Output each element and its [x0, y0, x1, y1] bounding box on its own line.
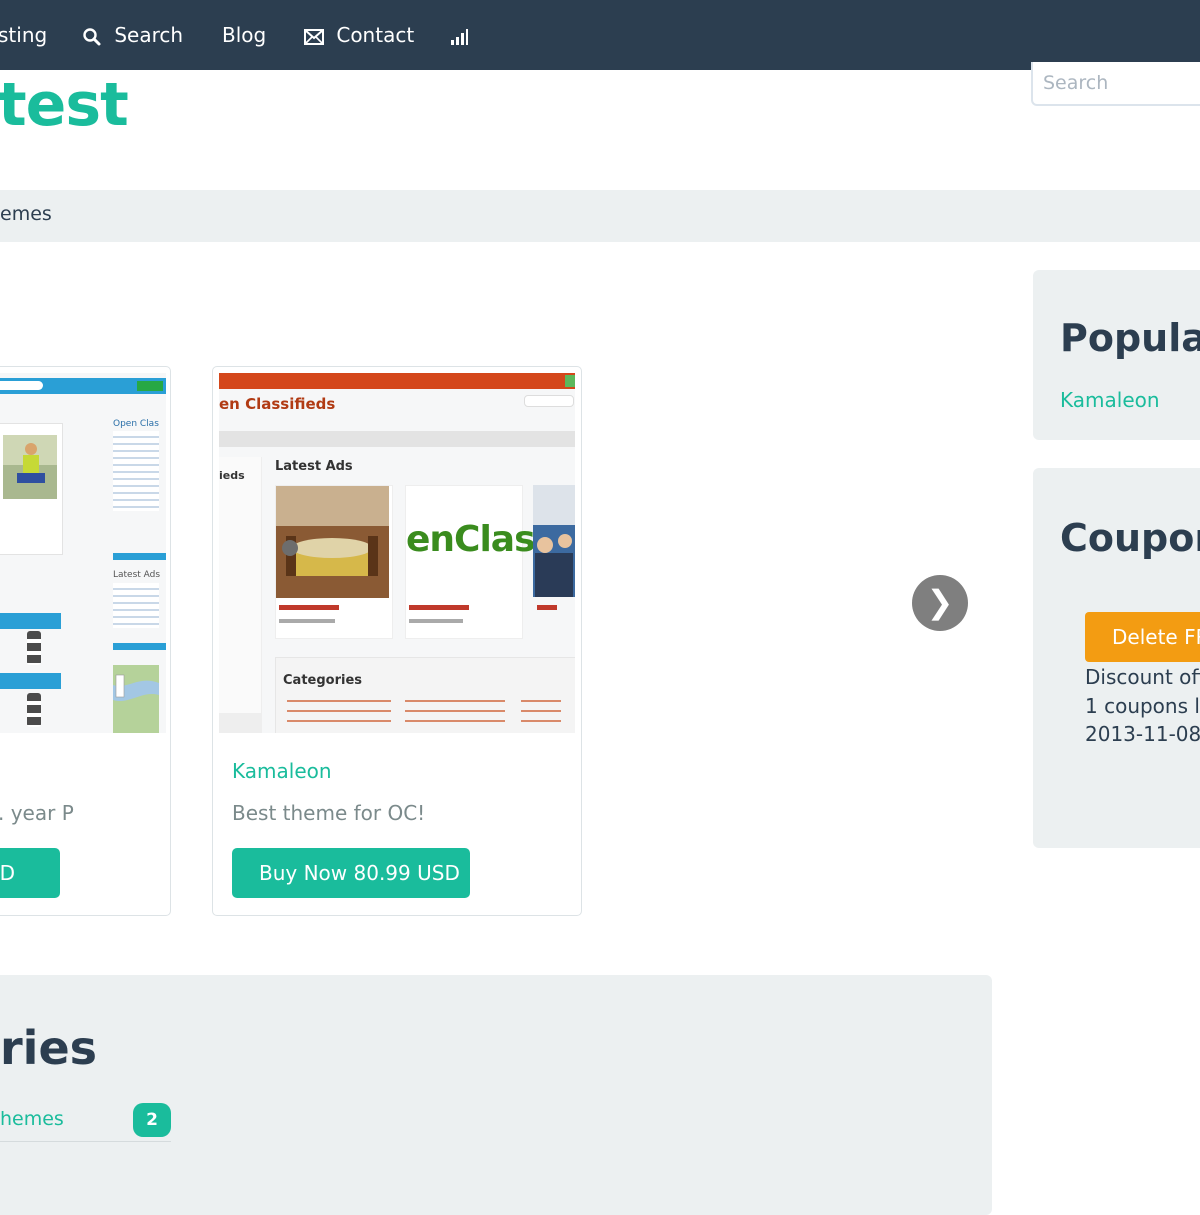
mock-ad-text-line: [409, 619, 463, 623]
nav-item-listing[interactable]: sting: [0, 20, 47, 50]
mock-ad-photo: [276, 486, 389, 598]
search-input[interactable]: [1031, 62, 1200, 106]
mock-sidebar-heading: ieds: [219, 469, 245, 482]
categories-title: ries: [0, 1021, 98, 1075]
mock-ad-card: [405, 485, 523, 639]
buy-now-button[interactable]: Buy Now 80.99 USD: [232, 848, 470, 898]
coupon-remaining: 1 coupons lef: [1085, 694, 1200, 718]
mock-section-bar: [113, 643, 166, 650]
carousel-next-button[interactable]: ❯: [912, 575, 968, 631]
mock-category-list: [521, 697, 561, 727]
mock-latest-ads-heading: Latest Ads: [113, 570, 161, 580]
product-card: en Classifieds ieds Latest Ads enClas Ca…: [212, 366, 582, 916]
mock-open-classifieds-heading: Open Clas: [113, 419, 159, 429]
popular-title: Popular: [1060, 316, 1200, 360]
category-item-label[interactable]: hemes: [0, 1108, 64, 1130]
coupon-panel: Coupon Delete FR Discount off 1 coupons …: [1033, 468, 1200, 848]
mock-sidebar: [219, 457, 262, 733]
mock-search-pill: [0, 381, 43, 390]
theme-screenshot[interactable]: Open Clas Latest Ads: [0, 373, 166, 733]
coupon-discount: Discount off: [1085, 665, 1200, 689]
mock-ad-text-line: [279, 619, 335, 623]
popular-link[interactable]: Kamaleon: [1060, 388, 1160, 412]
category-bar: emes: [0, 190, 1200, 242]
mock-category-list: [405, 697, 505, 727]
mock-ad-title-line: [537, 605, 557, 610]
mock-header-bar: [219, 373, 575, 389]
product-title[interactable]: Kamaleon: [232, 759, 332, 783]
mock-search-field: [524, 395, 574, 407]
delete-coupon-button[interactable]: Delete FR: [1085, 612, 1200, 662]
mock-categories-heading: Categories: [283, 673, 363, 688]
mock-header-button: [565, 375, 575, 387]
mock-map: [113, 665, 159, 733]
mock-site-title: en Classifieds: [219, 395, 336, 413]
product-description: . year P: [0, 801, 74, 825]
mock-list-header: [0, 673, 61, 689]
top-navbar: sting Search Blog Contact: [0, 0, 1200, 70]
mock-category-list: [287, 697, 391, 727]
mock-badges: [27, 631, 41, 665]
mock-category-bar: [219, 431, 575, 447]
signal-icon: [450, 23, 468, 47]
nav-item-label: Blog: [222, 23, 267, 47]
mock-text-lines: [113, 583, 159, 628]
categories-panel: [0, 975, 992, 1215]
nav-item-label: Contact: [336, 23, 415, 47]
mock-logo-text: enClas: [406, 519, 536, 560]
product-card: Open Clas Latest Ads . year P JSD: [0, 366, 171, 916]
nav-item-blog[interactable]: Blog: [222, 20, 266, 50]
mock-list-header: [0, 613, 61, 629]
nav-item-label: Search: [114, 23, 184, 47]
chevron-right-icon: ❯: [926, 583, 954, 621]
mock-latest-ads-heading: Latest Ads: [275, 459, 353, 474]
mock-ad-title-line: [279, 605, 339, 610]
mock-text-lines: [113, 431, 159, 511]
mock-sidebar-block: [219, 713, 261, 733]
nav-item-search[interactable]: Search: [82, 20, 183, 50]
category-item[interactable]: hemes 2: [0, 1101, 171, 1142]
mock-badges: [27, 693, 41, 727]
category-bar-link[interactable]: emes: [0, 203, 52, 225]
popular-panel: Popular Kamaleon: [1033, 270, 1200, 440]
nav-item-contact[interactable]: Contact: [304, 20, 414, 50]
site-brand[interactable]: test: [0, 68, 129, 142]
mock-section-bar: [113, 553, 166, 560]
coupon-date: 2013-11-08: [1085, 722, 1200, 746]
theme-screenshot[interactable]: en Classifieds ieds Latest Ads enClas Ca…: [219, 373, 575, 733]
mock-header-button: [137, 381, 163, 391]
envelope-icon: [304, 23, 330, 47]
coupon-title: Coupon: [1060, 516, 1200, 560]
mock-ad-photo: [533, 485, 575, 597]
mock-ad-photo: [3, 435, 57, 499]
category-count-badge: 2: [133, 1103, 171, 1137]
product-description: Best theme for OC!: [232, 801, 426, 825]
search-icon: [82, 23, 108, 47]
buy-now-button[interactable]: JSD: [0, 848, 60, 898]
nav-item-label: sting: [0, 23, 48, 47]
mock-ad-title-line: [409, 605, 469, 610]
nav-item-rss[interactable]: [450, 20, 468, 50]
